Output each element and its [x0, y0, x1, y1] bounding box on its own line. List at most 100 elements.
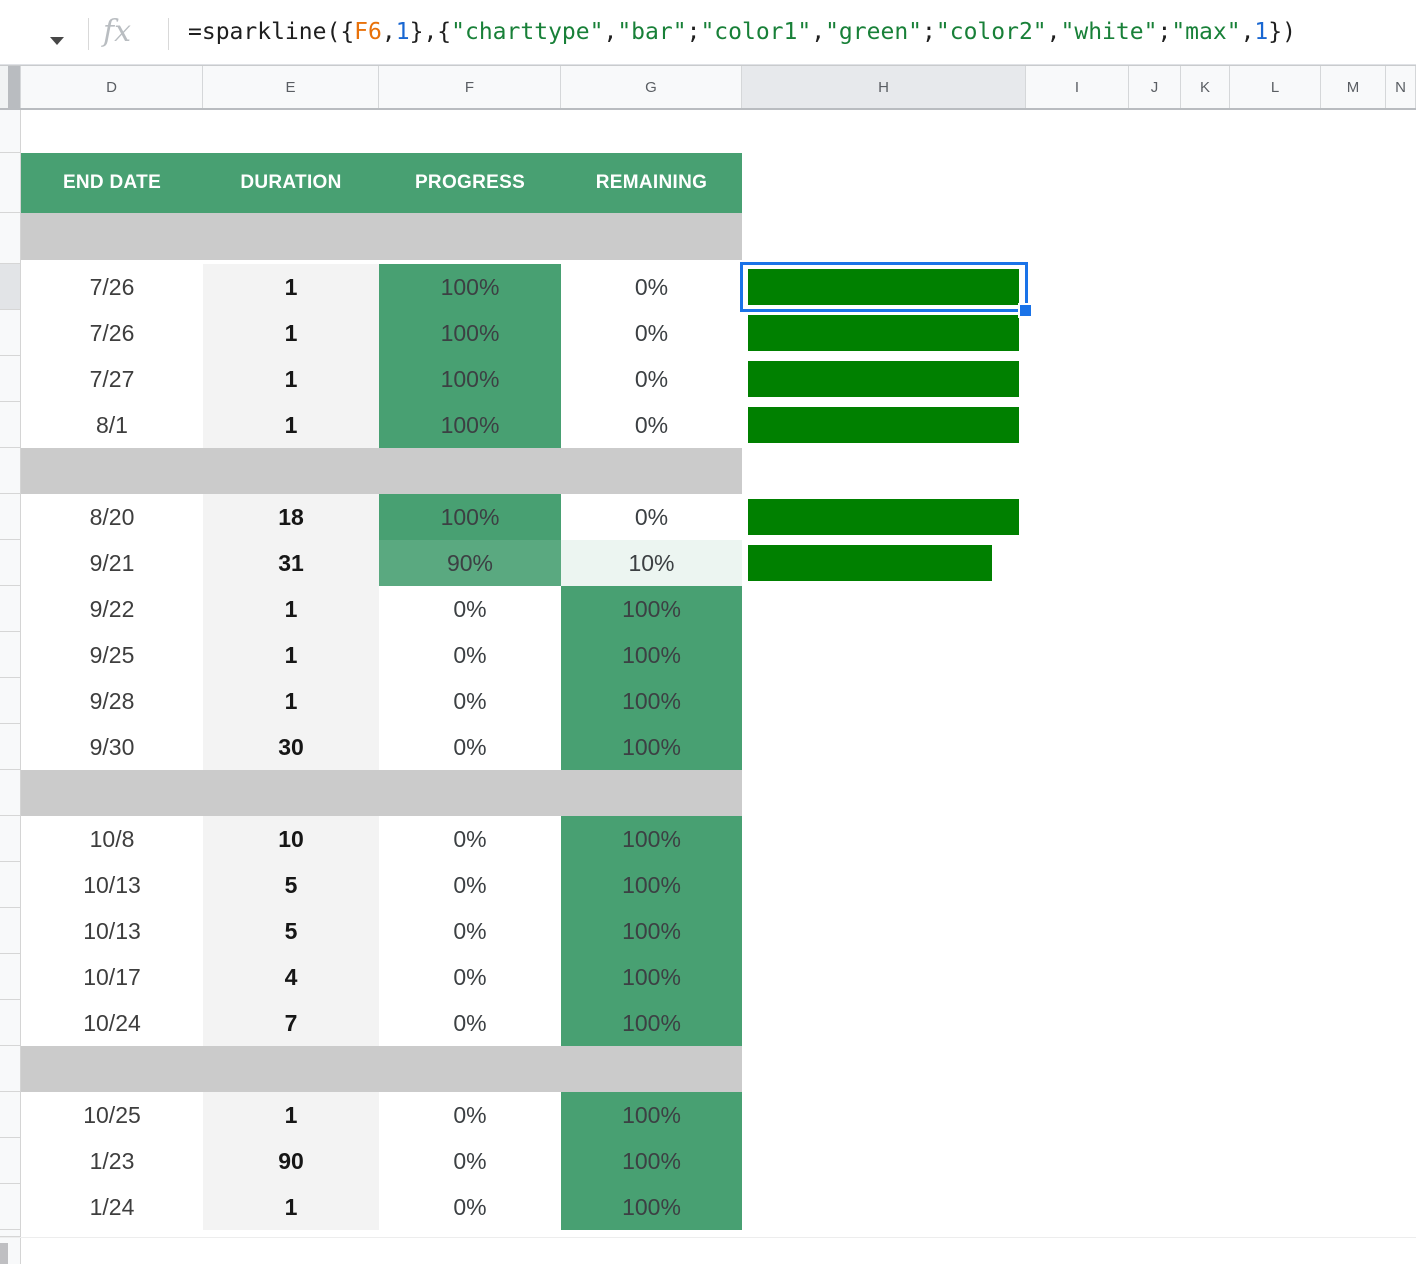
column-header-J[interactable]: J [1129, 66, 1181, 108]
cell-sparkline[interactable] [742, 816, 1026, 862]
cell-progress[interactable]: 0% [379, 724, 561, 770]
cell-duration[interactable]: 18 [203, 494, 379, 540]
cell-sparkline[interactable] [742, 494, 1026, 540]
cell-end-date[interactable]: 10/13 [21, 862, 203, 908]
cell-duration[interactable]: 1 [203, 586, 379, 632]
cell-sparkline[interactable] [742, 724, 1026, 770]
row-header[interactable] [0, 1092, 20, 1138]
cell-remaining[interactable]: 0% [561, 494, 742, 540]
row-header[interactable] [0, 110, 20, 153]
cell-sparkline[interactable] [742, 310, 1026, 356]
row-header[interactable] [0, 678, 20, 724]
cell-progress[interactable]: 0% [379, 954, 561, 1000]
cell-end-date[interactable]: 7/26 [21, 310, 203, 356]
cell-sparkline[interactable] [742, 862, 1026, 908]
cell-remaining[interactable]: 0% [561, 310, 742, 356]
cell-progress[interactable]: 100% [379, 402, 561, 448]
cell-remaining[interactable]: 100% [561, 1138, 742, 1184]
cell-remaining[interactable]: 100% [561, 632, 742, 678]
cell-sparkline[interactable] [742, 632, 1026, 678]
cell-end-date[interactable]: 9/28 [21, 678, 203, 724]
row-header[interactable] [0, 153, 20, 213]
cell-sparkline[interactable] [742, 1092, 1026, 1138]
cell-duration[interactable]: 31 [203, 540, 379, 586]
cell-duration[interactable]: 1 [203, 678, 379, 724]
column-header-K[interactable]: K [1181, 66, 1230, 108]
row-header[interactable] [0, 494, 20, 540]
cell-end-date[interactable]: 9/30 [21, 724, 203, 770]
cell-end-date[interactable]: 8/20 [21, 494, 203, 540]
cell-duration[interactable]: 4 [203, 954, 379, 1000]
cell-remaining[interactable]: 100% [561, 954, 742, 1000]
row-header[interactable] [0, 1046, 20, 1092]
cell-sparkline[interactable] [742, 586, 1026, 632]
cell-sparkline[interactable] [742, 264, 1026, 310]
cell-sparkline[interactable] [742, 1000, 1026, 1046]
row-header[interactable] [0, 1184, 20, 1230]
cell-end-date[interactable]: 1/23 [21, 1138, 203, 1184]
cell-remaining[interactable]: 0% [561, 402, 742, 448]
cell-remaining[interactable]: 0% [561, 356, 742, 402]
cell-remaining[interactable]: 100% [561, 862, 742, 908]
cell-progress[interactable]: 100% [379, 264, 561, 310]
cell-progress[interactable]: 90% [379, 540, 561, 586]
cell-end-date[interactable]: 10/24 [21, 1000, 203, 1046]
column-header-D[interactable]: D [21, 66, 203, 108]
cell-duration[interactable]: 1 [203, 632, 379, 678]
cell-progress[interactable]: 0% [379, 1138, 561, 1184]
row-header[interactable] [0, 448, 20, 494]
row-header[interactable] [0, 770, 20, 816]
cell-end-date[interactable]: 7/26 [21, 264, 203, 310]
row-header[interactable] [0, 816, 20, 862]
cell-duration[interactable]: 10 [203, 816, 379, 862]
column-header-I[interactable]: I [1026, 66, 1129, 108]
cell-end-date[interactable]: 7/27 [21, 356, 203, 402]
cell-progress[interactable]: 0% [379, 678, 561, 724]
cell-progress[interactable]: 0% [379, 1092, 561, 1138]
row-header[interactable] [0, 908, 20, 954]
column-header-H[interactable]: H [742, 66, 1026, 108]
cell-duration[interactable]: 1 [203, 356, 379, 402]
cell-duration[interactable]: 1 [203, 1184, 379, 1230]
cell-end-date[interactable]: 10/8 [21, 816, 203, 862]
cell-sparkline[interactable] [742, 1184, 1026, 1230]
cell-duration[interactable]: 1 [203, 1092, 379, 1138]
cell-progress[interactable]: 0% [379, 586, 561, 632]
cell-sparkline[interactable] [742, 954, 1026, 1000]
cell-sparkline[interactable] [742, 540, 1026, 586]
fill-handle[interactable] [1018, 303, 1033, 318]
column-header-M[interactable]: M [1321, 66, 1386, 108]
cell-progress[interactable]: 0% [379, 862, 561, 908]
cell-remaining[interactable]: 100% [561, 1000, 742, 1046]
corner-box[interactable] [0, 66, 21, 108]
cell-duration[interactable]: 5 [203, 862, 379, 908]
cell-progress[interactable]: 0% [379, 1184, 561, 1230]
cell-remaining[interactable]: 10% [561, 540, 742, 586]
cell-remaining[interactable]: 100% [561, 1184, 742, 1230]
cell-end-date[interactable]: 9/21 [21, 540, 203, 586]
cell-sparkline[interactable] [742, 678, 1026, 724]
cell-progress[interactable]: 0% [379, 908, 561, 954]
cell-remaining[interactable]: 100% [561, 678, 742, 724]
cell-duration[interactable]: 30 [203, 724, 379, 770]
cell-duration[interactable]: 7 [203, 1000, 379, 1046]
row-header[interactable] [0, 1230, 20, 1237]
column-header-E[interactable]: E [203, 66, 379, 108]
cell-progress[interactable]: 0% [379, 632, 561, 678]
cell-end-date[interactable]: 9/25 [21, 632, 203, 678]
row-header[interactable] [0, 1138, 20, 1184]
name-box-dropdown-icon[interactable] [50, 37, 64, 45]
cell-remaining[interactable]: 100% [561, 724, 742, 770]
cell-duration[interactable]: 5 [203, 908, 379, 954]
cell-remaining[interactable]: 100% [561, 816, 742, 862]
row-header[interactable] [0, 213, 20, 264]
cell-duration[interactable]: 1 [203, 402, 379, 448]
cell-remaining[interactable]: 100% [561, 1092, 742, 1138]
cell-duration[interactable]: 90 [203, 1138, 379, 1184]
row-header[interactable] [0, 310, 20, 356]
cell-progress[interactable]: 100% [379, 494, 561, 540]
cell-progress[interactable]: 0% [379, 1000, 561, 1046]
cell-sparkline[interactable] [742, 908, 1026, 954]
row-header[interactable] [0, 586, 20, 632]
cell-progress[interactable]: 100% [379, 310, 561, 356]
